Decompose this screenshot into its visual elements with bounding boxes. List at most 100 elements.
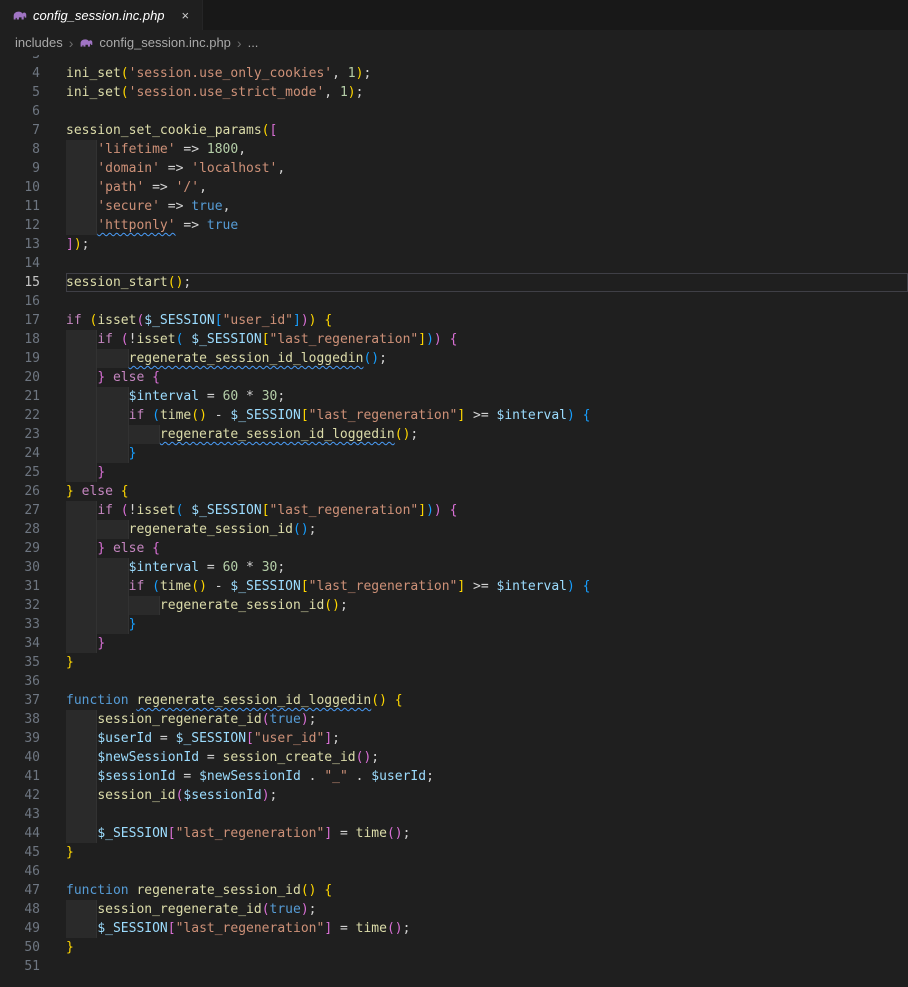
line-number[interactable]: 28 xyxy=(0,520,40,539)
code-content[interactable]: if (!isset( $_SESSION["last_regeneration… xyxy=(66,501,908,520)
line-number[interactable]: 18 xyxy=(0,330,40,349)
line-number[interactable]: 46 xyxy=(0,862,40,881)
line-number[interactable]: 35 xyxy=(0,653,40,672)
line-number[interactable]: 16 xyxy=(0,292,40,311)
line-number[interactable]: 8 xyxy=(0,140,40,159)
line-number[interactable]: 13 xyxy=(0,235,40,254)
line-number[interactable]: 19 xyxy=(0,349,40,368)
line-number[interactable]: 41 xyxy=(0,767,40,786)
code-content[interactable]: regenerate_session_id(); xyxy=(66,596,908,615)
code-content[interactable]: } xyxy=(66,634,908,653)
line-number[interactable]: 25 xyxy=(0,463,40,482)
code-content[interactable]: } else { xyxy=(66,482,908,501)
code-content[interactable]: session_regenerate_id(true); xyxy=(66,710,908,729)
close-icon[interactable]: × xyxy=(179,7,193,24)
code-content[interactable]: $interval = 60 * 30; xyxy=(66,558,908,577)
line-number[interactable]: 20 xyxy=(0,368,40,387)
breadcrumb-item-symbol-path[interactable]: ... xyxy=(248,35,259,50)
code-content[interactable]: } xyxy=(66,843,908,862)
line-number[interactable]: 49 xyxy=(0,919,40,938)
code-content[interactable]: function regenerate_session_id_loggedin(… xyxy=(66,691,908,710)
line-number[interactable]: 37 xyxy=(0,691,40,710)
code-content[interactable]: } xyxy=(66,938,908,957)
line-number[interactable]: 14 xyxy=(0,254,40,273)
code-content[interactable]: 'secure' => true, xyxy=(66,197,908,216)
code-content[interactable]: $_SESSION["last_regeneration"] = time(); xyxy=(66,919,908,938)
code-content[interactable]: $interval = 60 * 30; xyxy=(66,387,908,406)
code-content[interactable]: if (isset($_SESSION["user_id"])) { xyxy=(66,311,908,330)
code-content[interactable]: } xyxy=(66,615,908,634)
code-content[interactable]: if (time() - $_SESSION["last_regeneratio… xyxy=(66,577,908,596)
line-number[interactable]: 5 xyxy=(0,83,40,102)
code-content[interactable]: if (time() - $_SESSION["last_regeneratio… xyxy=(66,406,908,425)
line-number[interactable]: 50 xyxy=(0,938,40,957)
code-content[interactable]: ]); xyxy=(66,235,908,254)
line-number[interactable]: 17 xyxy=(0,311,40,330)
line-number[interactable]: 23 xyxy=(0,425,40,444)
code-content[interactable]: ini_set('session.use_strict_mode', 1); xyxy=(66,83,908,102)
line-number[interactable]: 11 xyxy=(0,197,40,216)
code-content[interactable]: } xyxy=(66,444,908,463)
code-content[interactable] xyxy=(66,672,908,691)
code-content[interactable]: } else { xyxy=(66,368,908,387)
line-number[interactable]: 38 xyxy=(0,710,40,729)
line-number[interactable]: 21 xyxy=(0,387,40,406)
code-content[interactable]: regenerate_session_id(); xyxy=(66,520,908,539)
breadcrumb-item-includes[interactable]: includes xyxy=(15,35,63,50)
line-number[interactable]: 9 xyxy=(0,159,40,178)
code-content[interactable]: } xyxy=(66,463,908,482)
code-content[interactable]: $_SESSION["last_regeneration"] = time(); xyxy=(66,824,908,843)
line-number[interactable]: 45 xyxy=(0,843,40,862)
line-number[interactable]: 24 xyxy=(0,444,40,463)
line-number[interactable]: 43 xyxy=(0,805,40,824)
line-number[interactable]: 42 xyxy=(0,786,40,805)
code-content[interactable]: 'httponly' => true xyxy=(66,216,908,235)
line-number[interactable]: 15 xyxy=(0,273,40,292)
code-content[interactable] xyxy=(66,55,908,64)
code-content[interactable] xyxy=(66,957,908,976)
code-content[interactable]: if (!isset( $_SESSION["last_regeneration… xyxy=(66,330,908,349)
line-number[interactable]: 7 xyxy=(0,121,40,140)
line-number[interactable]: 31 xyxy=(0,577,40,596)
code-content[interactable] xyxy=(66,254,908,273)
line-number[interactable]: 3 xyxy=(0,55,40,64)
line-number[interactable]: 4 xyxy=(0,64,40,83)
editor[interactable]: 34 ini_set('session.use_only_cookies', 1)… xyxy=(0,55,908,987)
code-content[interactable] xyxy=(66,102,908,121)
tab-config-session-inc-php[interactable]: config_session.inc.php × xyxy=(0,0,203,30)
code-content[interactable]: 'domain' => 'localhost', xyxy=(66,159,908,178)
code-content[interactable]: $userId = $_SESSION["user_id"]; xyxy=(66,729,908,748)
line-number[interactable]: 22 xyxy=(0,406,40,425)
code-content[interactable]: $newSessionId = session_create_id(); xyxy=(66,748,908,767)
line-number[interactable]: 51 xyxy=(0,957,40,976)
line-number[interactable]: 39 xyxy=(0,729,40,748)
line-number[interactable]: 29 xyxy=(0,539,40,558)
code-content[interactable]: session_regenerate_id(true); xyxy=(66,900,908,919)
code-content[interactable]: session_set_cookie_params([ xyxy=(66,121,908,140)
code-content[interactable]: ini_set('session.use_only_cookies', 1); xyxy=(66,64,908,83)
code-content[interactable] xyxy=(66,805,908,824)
line-number[interactable]: 26 xyxy=(0,482,40,501)
code-content[interactable]: regenerate_session_id_loggedin(); xyxy=(66,349,908,368)
line-number[interactable]: 44 xyxy=(0,824,40,843)
code-content[interactable]: } else { xyxy=(66,539,908,558)
line-number[interactable]: 33 xyxy=(0,615,40,634)
code-content[interactable] xyxy=(66,292,908,311)
code-content[interactable]: $sessionId = $newSessionId . "_" . $user… xyxy=(66,767,908,786)
line-number[interactable]: 32 xyxy=(0,596,40,615)
line-number[interactable]: 10 xyxy=(0,178,40,197)
line-number[interactable]: 30 xyxy=(0,558,40,577)
code-content[interactable]: session_id($sessionId); xyxy=(66,786,908,805)
code-content[interactable]: } xyxy=(66,653,908,672)
line-number[interactable]: 12 xyxy=(0,216,40,235)
code-content[interactable]: session_start(); xyxy=(66,273,908,292)
line-number[interactable]: 34 xyxy=(0,634,40,653)
code-content[interactable]: regenerate_session_id_loggedin(); xyxy=(66,425,908,444)
code-content[interactable]: function regenerate_session_id() { xyxy=(66,881,908,900)
code-content[interactable]: 'lifetime' => 1800, xyxy=(66,140,908,159)
code-content[interactable]: 'path' => '/', xyxy=(66,178,908,197)
line-number[interactable]: 27 xyxy=(0,501,40,520)
line-number[interactable]: 40 xyxy=(0,748,40,767)
line-number[interactable]: 48 xyxy=(0,900,40,919)
line-number[interactable]: 6 xyxy=(0,102,40,121)
